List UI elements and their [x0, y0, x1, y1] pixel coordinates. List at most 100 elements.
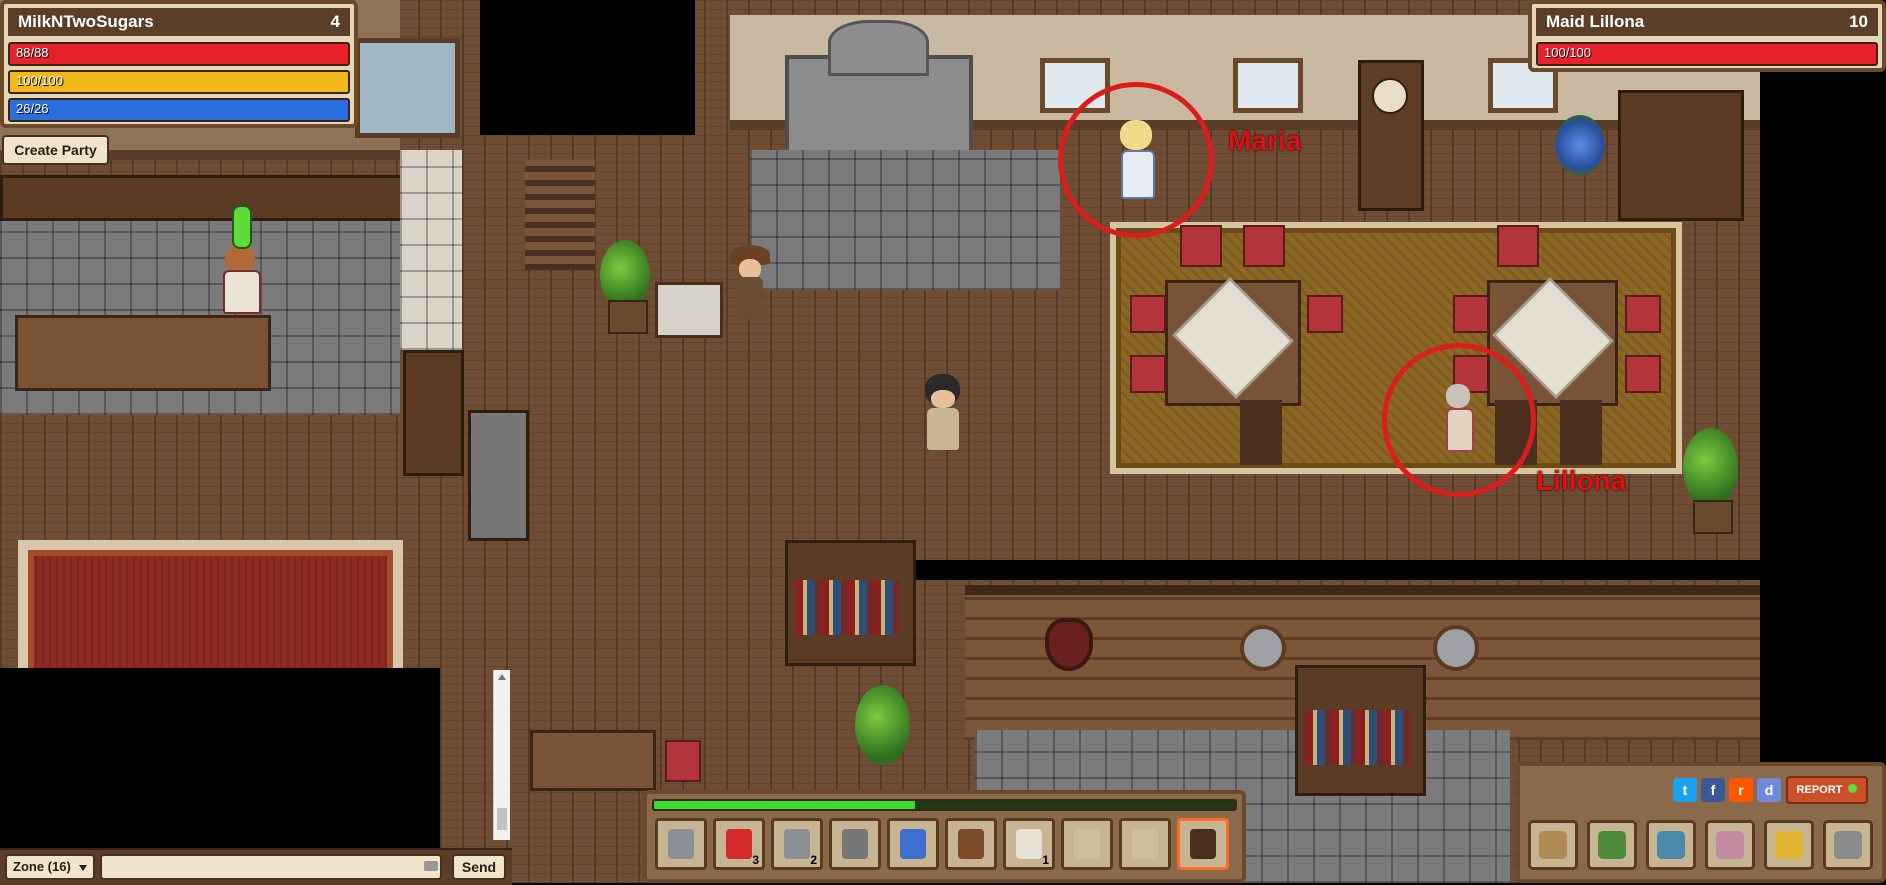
backpack-icon [1716, 831, 1744, 859]
wall-shield [1433, 625, 1479, 671]
keyboard-icon[interactable] [424, 861, 438, 871]
bag-button[interactable] [1528, 820, 1578, 870]
fireplace-chimney [828, 20, 929, 76]
blue-tunic-icon [900, 829, 926, 859]
target-name: Maid Lillona [1546, 12, 1645, 31]
player-energy-bar: 100/100 [8, 70, 350, 94]
stone-pillar [468, 410, 529, 541]
menu-panel: t f r d REPORT [1516, 762, 1886, 883]
hotbar-slot[interactable]: 3 [713, 818, 765, 870]
target-health-bar: 100/100 [1536, 42, 1878, 66]
player-energy-text: 100/100 [16, 73, 63, 88]
chair [1243, 225, 1285, 267]
shelf-items [1305, 710, 1410, 765]
player-mana-bar: 26/26 [8, 98, 350, 122]
settings-gear-icon [1834, 831, 1862, 859]
wall-shield [1240, 625, 1286, 671]
player-level: 4 [330, 12, 340, 31]
kitchen-table [15, 315, 271, 391]
wall-shield [1045, 618, 1093, 671]
chat-channel-select[interactable]: Zone (16) [5, 854, 95, 880]
chair [1130, 295, 1166, 333]
map-button[interactable] [1646, 820, 1696, 870]
chevron-down-icon [79, 865, 87, 871]
settings-gear-button[interactable] [1823, 820, 1873, 870]
feather-icon [1016, 829, 1042, 859]
lillona-label: Lillona [1536, 465, 1627, 496]
report-button[interactable]: REPORT [1786, 776, 1868, 804]
gold-coins-button[interactable] [1764, 820, 1814, 870]
scroll-up-arrow-icon[interactable] [498, 674, 506, 680]
books [795, 580, 900, 635]
maria-highlight-circle [1058, 82, 1214, 238]
chat-channel-label: Zone (16) [13, 859, 71, 874]
hotbar-slot[interactable]: 1 [1003, 818, 1055, 870]
sword-icon [668, 829, 694, 859]
side-table [655, 282, 723, 338]
hotbar-slot[interactable]: 2 [771, 818, 823, 870]
target-nameplate: Maid Lillona 10 [1536, 8, 1878, 36]
map-icon [1657, 831, 1685, 859]
chat-scrollbar[interactable] [493, 670, 510, 840]
staircase [525, 160, 595, 270]
hat-icon [1190, 829, 1216, 859]
spellbook-icon [1598, 831, 1626, 859]
player-character[interactable] [915, 372, 970, 457]
target-health-text: 100/100 [1544, 45, 1591, 60]
player-health-fill [10, 44, 348, 64]
hotbar-slot[interactable] [1061, 818, 1113, 870]
experience-fill [654, 801, 916, 809]
send-button[interactable]: Send [452, 854, 506, 880]
gold-coins-icon [1775, 831, 1803, 859]
kitchen-npc[interactable] [215, 240, 265, 320]
chat-bar: Zone (16) Send [0, 848, 512, 885]
facebook-icon[interactable]: f [1701, 778, 1725, 802]
chair [1180, 225, 1222, 267]
chat-log[interactable] [0, 668, 440, 848]
kitchen-window [355, 38, 460, 138]
discord-icon[interactable]: d [1757, 778, 1781, 802]
chair [1240, 400, 1282, 465]
potted-plant [855, 685, 910, 765]
player-health-bar: 88/88 [8, 42, 350, 66]
create-party-button[interactable]: Create Party [2, 135, 109, 165]
kitchen-side-counter [400, 150, 462, 350]
cowboy-npc[interactable] [725, 245, 775, 325]
plant-pot [608, 300, 648, 334]
slot-count: 2 [810, 853, 817, 867]
plant-pot [1693, 500, 1733, 534]
player-mana-fill [10, 100, 348, 120]
chair [1497, 225, 1539, 267]
lillona-highlight-circle [1382, 343, 1536, 497]
void-area [480, 0, 695, 135]
twitter-icon[interactable]: t [1673, 778, 1697, 802]
potted-flower [1555, 115, 1605, 175]
hotbar-slot[interactable] [945, 818, 997, 870]
void-area [915, 560, 1760, 580]
leather-pants-icon [958, 829, 984, 859]
hotbar-slot[interactable] [655, 818, 707, 870]
maria-label: Maria [1228, 125, 1302, 156]
chat-input[interactable] [100, 854, 442, 880]
backpack-button[interactable] [1705, 820, 1755, 870]
hotbar-slot[interactable] [1119, 818, 1171, 870]
window [1233, 58, 1303, 113]
player-health-text: 88/88 [16, 45, 49, 60]
chair [1307, 295, 1343, 333]
reddit-icon[interactable]: r [1729, 778, 1753, 802]
report-label: REPORT [1796, 784, 1843, 796]
quest-marker-icon[interactable] [232, 205, 252, 249]
hotbar-panel: 3 2 1 [643, 790, 1246, 883]
hotbar-slot[interactable] [1177, 818, 1229, 870]
void-area [1760, 0, 1886, 883]
hotbar-slot[interactable] [829, 818, 881, 870]
target-level: 10 [1849, 12, 1868, 31]
player-mana-text: 26/26 [16, 101, 49, 116]
spellbook-button[interactable] [1587, 820, 1637, 870]
game-viewport[interactable]: Maria Lillona MilkNTwoSugars 4 88/88 100… [0, 0, 1886, 885]
player-nameplate: MilkNTwoSugars 4 [8, 8, 350, 36]
chair [1560, 400, 1602, 465]
hotbar-slot[interactable] [887, 818, 939, 870]
chair [1453, 295, 1489, 333]
scroll-thumb[interactable] [497, 808, 507, 830]
